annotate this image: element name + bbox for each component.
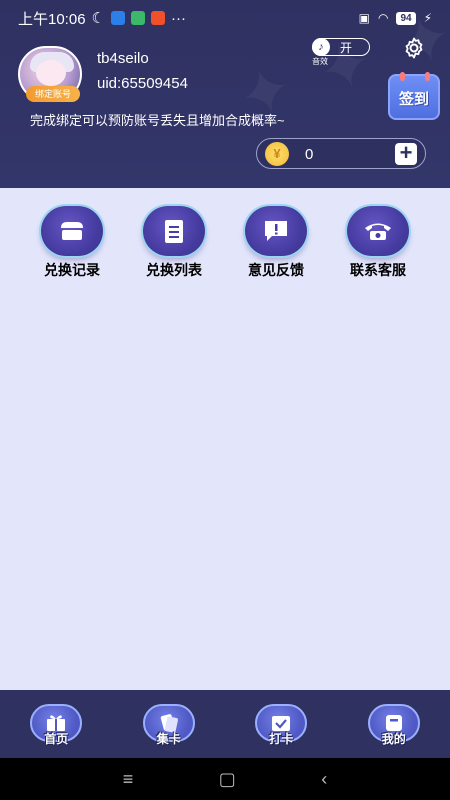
status-bar: 上午10:06 ☾ ··· ▣ ◠ 94 ⚡: [0, 0, 450, 36]
taobao-notification-icon: [151, 11, 165, 25]
music-note-icon: ♪: [312, 38, 330, 56]
action-contact-support[interactable]: 联系客服: [338, 206, 418, 280]
username: tb4seilo: [97, 50, 149, 67]
action-label: 联系客服: [350, 262, 406, 278]
bottom-nav: 首页 集卡 打卡 我的: [0, 690, 450, 758]
coin-amount: 0: [305, 146, 314, 163]
wechat-notification-icon: [131, 11, 145, 25]
clipboard-icon: [143, 206, 205, 256]
moon-icon: ☾: [91, 10, 105, 27]
gear-icon[interactable]: [402, 36, 426, 60]
action-grid: 兑换记录 兑换列表 意见反馈 联系客服: [32, 206, 418, 280]
nav-label: 集卡: [156, 732, 181, 746]
battery-indicator: 94: [396, 11, 416, 25]
app-notification-icon: [111, 11, 125, 25]
sign-in-button[interactable]: 签到: [388, 72, 440, 120]
profile-header: ✦ ✦ ✦ 上午10:06 ☾ ··· ▣ ◠ 94 ⚡ 绑定账号 tb4sei…: [0, 0, 450, 188]
action-feedback[interactable]: 意见反馈: [236, 206, 316, 280]
wifi-icon: ◠: [377, 11, 389, 25]
home-square-icon[interactable]: ▢: [219, 769, 236, 790]
user-id: uid:65509454: [97, 75, 188, 92]
action-label: 意见反馈: [248, 262, 304, 278]
nav-label: 首页: [44, 732, 69, 746]
action-label: 兑换记录: [44, 262, 100, 278]
add-coins-button[interactable]: +: [395, 142, 417, 165]
nav-label: 我的: [381, 732, 406, 746]
feedback-icon: [245, 206, 307, 256]
sound-label: 音效: [312, 57, 328, 66]
bind-tip-text: 完成绑定可以预防账号丢失且增加合成概率~: [30, 113, 285, 128]
more-notifications-icon: ···: [171, 9, 186, 27]
status-time: 上午10:06: [18, 10, 86, 28]
sound-toggle[interactable]: ♪ 开: [312, 38, 370, 56]
phone-icon: [347, 206, 409, 256]
back-icon[interactable]: ‹: [321, 769, 327, 790]
nav-check-in[interactable]: 打卡: [251, 696, 311, 752]
menu-icon[interactable]: ≡: [123, 769, 134, 790]
nav-label: 打卡: [269, 732, 294, 746]
coin-balance: ¥ 0 +: [256, 138, 426, 169]
nav-collect-cards[interactable]: 集卡: [139, 696, 199, 752]
system-navigation-bar: ≡ ▢ ‹: [0, 758, 450, 800]
nav-home[interactable]: 首页: [26, 696, 86, 752]
charging-icon: ⚡: [423, 11, 432, 25]
store-icon: [41, 206, 103, 256]
sign-in-label: 签到: [398, 91, 429, 108]
action-exchange-list[interactable]: 兑换列表: [134, 206, 214, 280]
nav-mine[interactable]: 我的: [364, 696, 424, 752]
coin-icon: ¥: [265, 142, 289, 166]
sim-icon: ▣: [358, 11, 370, 25]
action-exchange-records[interactable]: 兑换记录: [32, 206, 112, 280]
bind-account-badge[interactable]: 绑定账号: [26, 86, 80, 102]
action-label: 兑换列表: [146, 262, 202, 278]
sound-state: 开: [340, 40, 353, 55]
